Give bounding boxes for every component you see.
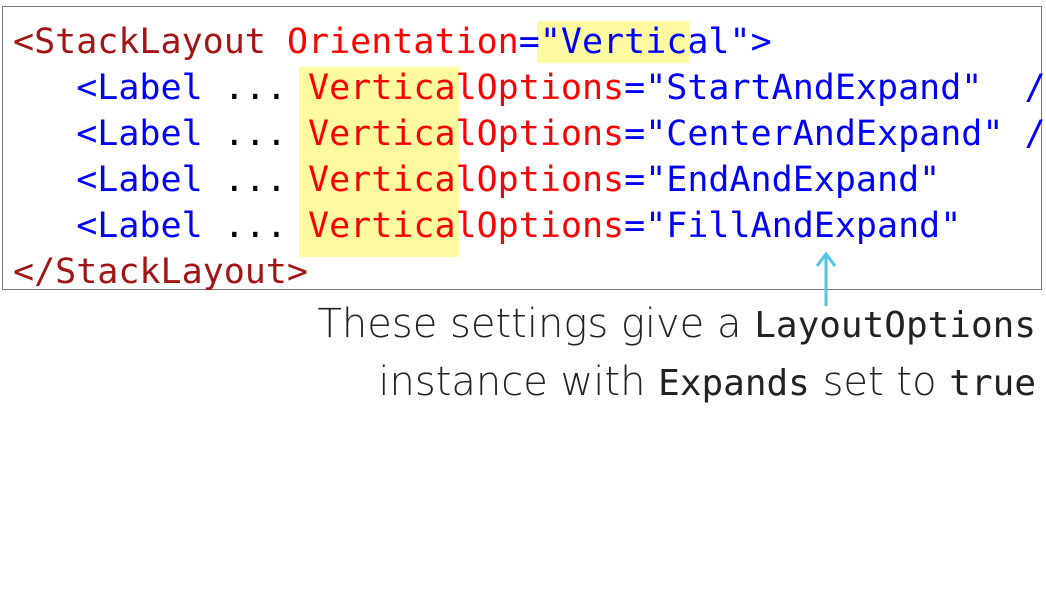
note-text: These settings give a: [317, 301, 754, 347]
note-code-expands: Expands: [658, 363, 810, 404]
note-code-true: true: [949, 363, 1036, 404]
note-line-2: instance with Expands set to true: [317, 354, 1036, 412]
note-code-layoutoptions: LayoutOptions: [754, 305, 1036, 346]
callout-note: These settings give a LayoutOptions inst…: [317, 296, 1036, 412]
note-line-1: These settings give a LayoutOptions: [317, 296, 1036, 354]
note-text: set to: [810, 359, 949, 405]
note-text: instance with: [378, 359, 658, 405]
